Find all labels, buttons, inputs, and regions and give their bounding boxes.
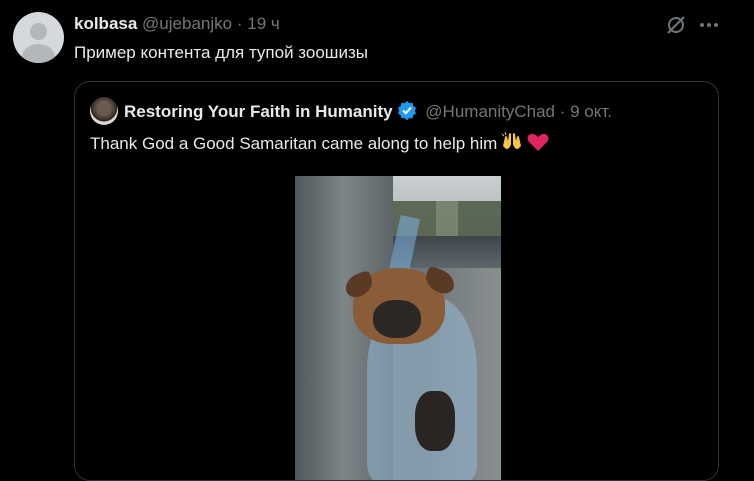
more-dots-icon[interactable] xyxy=(697,13,721,37)
author-handle[interactable]: @ujebanjko xyxy=(142,14,232,33)
quote-date[interactable]: 9 окт. xyxy=(570,102,612,121)
thumbnail-puppy-paw xyxy=(415,391,455,451)
grok-slash-icon-svg xyxy=(667,16,685,34)
quote-author-handle[interactable]: @HumanityChad xyxy=(425,102,555,121)
quote-separator: · xyxy=(559,102,566,121)
raising-hands-emoji-icon xyxy=(501,131,523,158)
verified-badge-icon xyxy=(397,100,417,126)
quote-header: Restoring Your Faith in Humanity @Humani… xyxy=(124,100,612,126)
thumbnail-puppy-muzzle xyxy=(373,300,421,338)
quote-media[interactable] xyxy=(75,176,718,480)
tweet-header: kolbasa @ujebanjko · 19 ч xyxy=(74,13,280,35)
avatar-head-shape xyxy=(30,23,47,40)
quote-text-content: Thank God a Good Samaritan came along to… xyxy=(90,134,498,153)
tweet-time[interactable]: 19 ч xyxy=(247,14,280,33)
quote-avatar[interactable] xyxy=(90,97,118,125)
quoted-tweet[interactable]: Restoring Your Faith in Humanity @Humani… xyxy=(74,81,719,481)
more-dots-icon-svg xyxy=(700,23,718,27)
video-thumbnail[interactable] xyxy=(295,176,501,480)
quote-text: Thank God a Good Samaritan came along to… xyxy=(90,131,549,158)
quote-author-name[interactable]: Restoring Your Faith in Humanity xyxy=(124,102,393,121)
tweet-text: Пример контента для тупой зоошизы xyxy=(74,43,368,62)
avatar[interactable] xyxy=(13,12,64,63)
grok-slash-icon[interactable] xyxy=(664,13,688,37)
red-heart-emoji-icon xyxy=(527,132,549,158)
author-name[interactable]: kolbasa xyxy=(74,14,137,33)
avatar-body-shape xyxy=(22,44,55,63)
header-separator: · xyxy=(236,14,243,33)
